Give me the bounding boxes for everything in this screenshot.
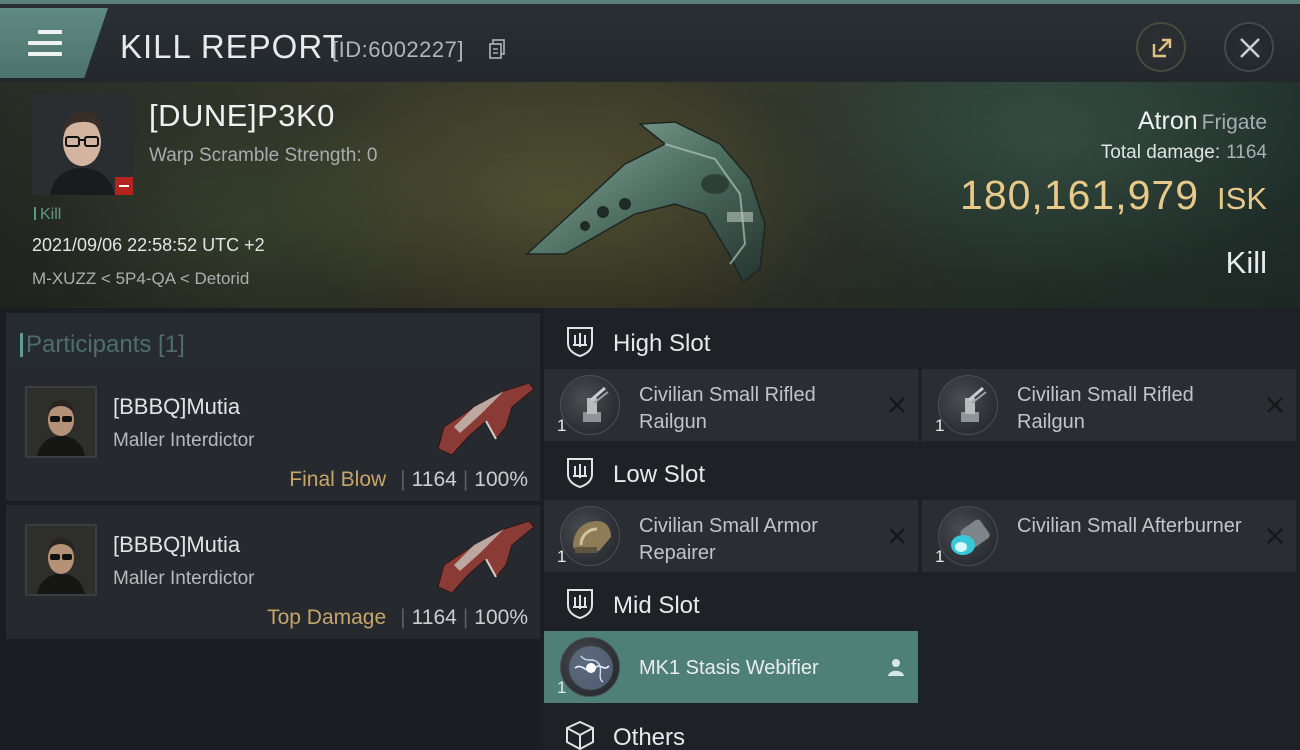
- fitting-panel: High Slot 1 Civilian Small Rifled Railgu…: [544, 308, 1300, 750]
- module-name: MK1 Stasis Webifier: [639, 657, 819, 679]
- share-button[interactable]: [1136, 22, 1186, 72]
- participant-name: [BBBQ]Mutia: [113, 394, 241, 419]
- participants-panel: Participants [1] [BBBQ]Mutia Maller Inte…: [0, 308, 540, 750]
- participant-ship: Maller Interdictor: [113, 430, 255, 451]
- report-id: [ID:6002227]: [332, 37, 464, 62]
- kill-result: Kill: [1225, 245, 1267, 280]
- participant-role: Final Blow: [289, 468, 387, 491]
- total-damage: Total damage: 1164: [1101, 142, 1267, 164]
- mid-slot-header: Mid Slot: [544, 574, 1300, 632]
- participants-header: Participants [1]: [6, 313, 540, 371]
- module-name: Civilian Small Rifled Railgun: [1017, 384, 1194, 433]
- participant-role: Top Damage: [267, 606, 387, 629]
- close-button[interactable]: [1224, 22, 1274, 72]
- page-title: KILL REPORT: [120, 28, 344, 65]
- module-name: Civilian Small Afterburner: [1017, 515, 1242, 537]
- module-item[interactable]: 1 Civilian Small Rifled Railgun: [544, 369, 918, 441]
- copy-icon[interactable]: [489, 39, 505, 59]
- kill-location[interactable]: M-XUZZ < 5P4-QA < Detorid: [32, 269, 249, 289]
- portrait-image: [27, 526, 95, 594]
- participant-ship: Maller Interdictor: [113, 568, 255, 589]
- module-qty: 1: [557, 678, 567, 697]
- x-icon: [1267, 528, 1283, 544]
- module-item[interactable]: 1 Civilian Small Rifled Railgun: [922, 369, 1296, 441]
- low-slot-header: Low Slot: [544, 443, 1300, 501]
- person-icon: [888, 659, 904, 676]
- avatar: [25, 386, 97, 458]
- module-qty: 1: [557, 547, 567, 566]
- isk-unit: ISK: [1217, 181, 1267, 216]
- total-damage-label: Total damage:: [1100, 142, 1221, 163]
- module-item[interactable]: 1 Civilian Small Armor Repairer: [544, 500, 918, 572]
- railgun-icon: [938, 375, 998, 435]
- x-icon: [889, 397, 905, 413]
- others-label: Others: [613, 724, 686, 750]
- avatar: [25, 524, 97, 596]
- participant-damage: 1164: [411, 606, 457, 629]
- participant-stats: Top Damage | 1164 | 100%: [267, 606, 528, 629]
- participant-damage: 1164: [411, 468, 457, 491]
- status-badge: [115, 177, 133, 195]
- participant-card[interactable]: [BBBQ]Mutia Maller Interdictor Final Blo…: [6, 367, 540, 501]
- participant-percent: 100%: [474, 606, 528, 629]
- module-qty: 1: [935, 547, 945, 566]
- victim-ship[interactable]: Atron Frigate: [1138, 107, 1267, 136]
- module-name: Civilian Small Rifled Railgun: [639, 384, 816, 433]
- shield-icon: [567, 589, 593, 619]
- module-qty: 1: [557, 416, 567, 435]
- participant-stats: Final Blow | 1164 | 100%: [289, 468, 528, 491]
- participant-ship-image: [437, 382, 535, 456]
- module-qty: 1: [935, 416, 945, 435]
- ship-image: [525, 121, 766, 284]
- participant-card[interactable]: [BBBQ]Mutia Maller Interdictor Top Damag…: [6, 505, 540, 639]
- ship-name: Atron: [1137, 107, 1198, 135]
- close-icon: [1240, 38, 1260, 58]
- mid-slot-label: Mid Slot: [613, 592, 700, 619]
- hamburger-icon: [28, 30, 62, 63]
- victim-avatar[interactable]: [32, 94, 133, 195]
- x-icon: [889, 528, 905, 544]
- module-item[interactable]: 1 MK1 Stasis Webifier: [544, 631, 918, 703]
- kill-datetime: 2021/09/06 22:58:52 UTC +2: [32, 235, 265, 255]
- railgun-icon: [560, 375, 620, 435]
- participant-percent: 100%: [474, 468, 528, 491]
- participant-ship-image: [437, 520, 535, 594]
- menu-button[interactable]: [0, 8, 108, 78]
- low-slot-label: Low Slot: [613, 461, 706, 488]
- isk-value: 180,161,979 ISK: [960, 172, 1267, 219]
- share-icon: [1152, 38, 1172, 58]
- stasis-webifier-icon: [560, 637, 620, 697]
- portrait-image: [27, 388, 95, 456]
- x-icon: [1267, 397, 1283, 413]
- shield-icon: [567, 327, 593, 357]
- total-damage-value: 1164: [1226, 142, 1267, 163]
- ship-class: Frigate: [1201, 111, 1267, 134]
- shield-icon: [567, 458, 593, 488]
- armor-repairer-icon: [560, 506, 620, 566]
- top-bar: KILL REPORT [ID:6002227]: [0, 0, 1300, 82]
- afterburner-icon: [938, 506, 998, 566]
- high-slot-label: High Slot: [613, 330, 711, 357]
- module-item[interactable]: 1 Civilian Small Afterburner: [922, 500, 1296, 572]
- isk-amount: 180,161,979: [960, 172, 1200, 218]
- kill-tag: Kill: [34, 206, 61, 224]
- others-header: Others: [544, 706, 1300, 750]
- cube-icon: [566, 720, 594, 750]
- victim-name[interactable]: [DUNE]P3K0: [149, 98, 335, 134]
- warp-scramble-strength: Warp Scramble Strength: 0: [149, 145, 378, 166]
- participant-name: [BBBQ]Mutia: [113, 532, 241, 557]
- victim-banner: [DUNE]P3K0 Warp Scramble Strength: 0 Kil…: [0, 82, 1300, 308]
- module-name: Civilian Small Armor Repairer: [639, 515, 818, 564]
- high-slot-header: High Slot: [544, 312, 1300, 370]
- participants-title: Participants [1]: [20, 331, 185, 358]
